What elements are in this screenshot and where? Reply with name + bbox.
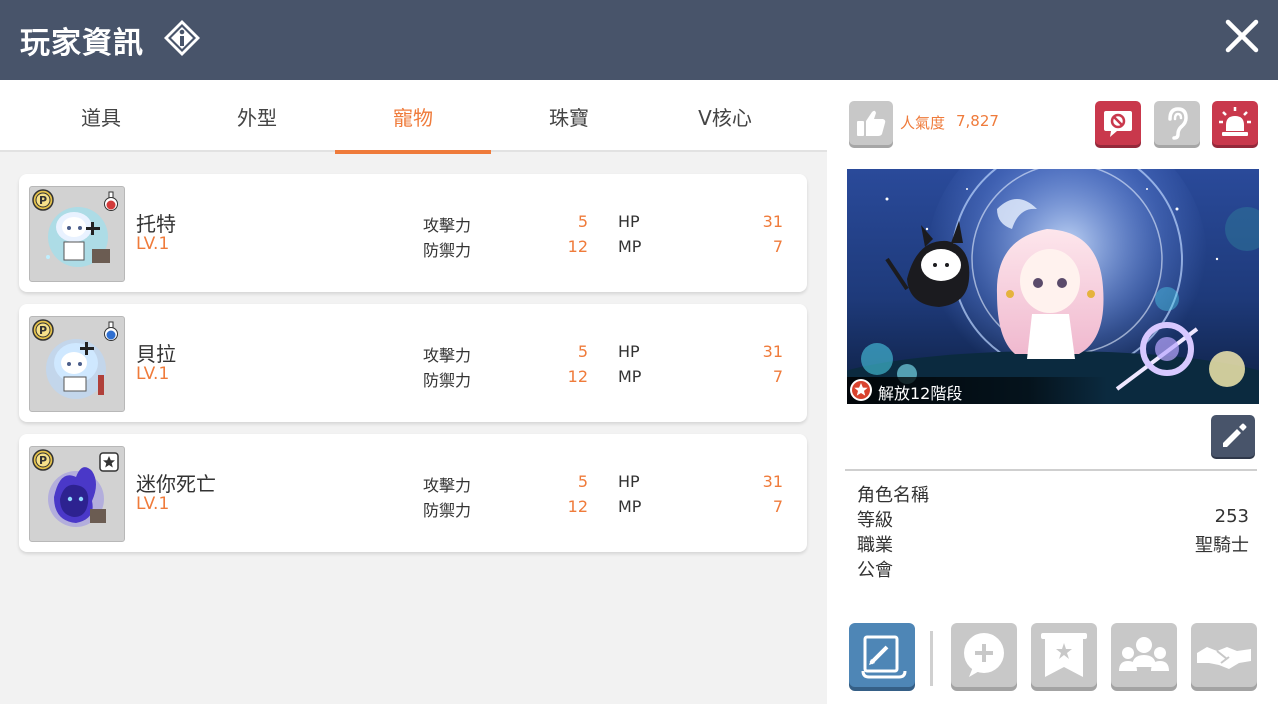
info-label-guild: 公會 [857,560,893,581]
like-button[interactable] [849,101,893,145]
attack-label: 攻擊力 [423,346,472,365]
hp-value: 31 [762,342,783,361]
info-label-name: 角色名稱 [857,485,929,506]
tab-v-core[interactable]: V核心 [647,80,803,152]
character-memo-button[interactable] [849,623,915,687]
pet-name: 貝拉 [136,342,176,366]
handshake-icon [1197,647,1251,669]
character-portrait [847,169,1259,404]
pet-thumbnail: P [29,186,125,282]
banner-icon [1041,633,1087,677]
attack-label: 攻擊力 [423,216,472,235]
info-label-job: 職業 [857,535,893,556]
p-badge-icon: P [32,319,54,341]
equipment-panel: 道具 外型 寵物 珠寶 V核心 P 托特 LV.1 攻擊力 5 防禦力 12 H… [0,80,827,704]
stage-text: 解放12階段 [878,384,963,403]
mp-label: MP [618,237,642,256]
report-chat-icon [1104,111,1132,137]
mp-value: 7 [772,237,783,256]
info-label-level: 等級 [857,510,893,531]
attack-label: 攻擊力 [423,476,472,495]
add-chat-button[interactable] [951,623,1017,687]
popularity-value: 7,827 [956,112,999,130]
divider [845,469,1257,471]
pet-card[interactable]: P 迷你死亡 LV.1 攻擊力 5 防禦力 12 HP 31 MP 7 [19,434,807,552]
blue-potion-icon [104,321,118,341]
star-badge-icon [850,379,872,401]
attack-value: 5 [577,472,588,491]
title-bar: 玩家資訊 [0,0,1278,80]
svg-text:P: P [39,324,47,337]
hp-value: 31 [762,212,783,231]
defense-value: 12 [567,367,588,386]
tab-bar: 道具 外型 寵物 珠寶 V核心 [0,80,827,154]
hp-label: HP [618,472,640,491]
p-badge-icon: P [32,189,54,211]
svg-text:P: P [39,194,47,207]
pet-card[interactable]: P 托特 LV.1 攻擊力 5 防禦力 12 HP 31 MP 7 [19,174,807,292]
character-panel: 人氣度 7,827 解放12階段 角色名稱 等級 253 職業 聖騎士 公會 [827,80,1278,704]
page-title: 玩家資訊 [20,26,144,61]
pencil-icon [1223,423,1247,447]
pet-thumbnail: P [29,446,125,542]
defense-label: 防禦力 [423,241,472,260]
star-box-icon [99,452,119,472]
pet-name: 托特 [136,212,176,236]
info-diamond-icon[interactable] [163,19,201,57]
tab-pets[interactable]: 寵物 [335,80,491,154]
guild-emblem-button[interactable] [1031,623,1097,687]
memo-scroll-icon [861,635,907,679]
whisper-button[interactable] [1154,101,1200,145]
ear-icon [1168,107,1188,140]
popularity-label: 人氣度 [900,114,946,132]
p-badge-icon: P [32,449,54,471]
trade-button[interactable] [1191,623,1257,687]
button-separator [930,631,933,686]
close-icon[interactable] [1222,16,1262,56]
defense-label: 防禦力 [423,501,472,520]
defense-value: 12 [567,237,588,256]
mp-value: 7 [772,367,783,386]
info-value-job: 聖騎士 [1195,535,1249,556]
pet-thumbnail: P [29,316,125,412]
hp-label: HP [618,342,640,361]
tab-appearance[interactable]: 外型 [179,80,335,152]
hp-label: HP [618,212,640,231]
pet-name: 迷你死亡 [136,472,216,496]
defense-value: 12 [567,497,588,516]
siren-icon [1219,107,1251,136]
edit-button[interactable] [1211,415,1255,457]
party-button[interactable] [1111,623,1177,687]
thumbs-up-icon [857,110,886,136]
hp-value: 31 [762,472,783,491]
report-chat-button[interactable] [1095,101,1141,145]
pet-card[interactable]: P 貝拉 LV.1 攻擊力 5 防禦力 12 HP 31 MP 7 [19,304,807,422]
svg-text:P: P [39,454,47,467]
mp-value: 7 [772,497,783,516]
mp-label: MP [618,497,642,516]
attack-value: 5 [577,212,588,231]
group-icon [1119,637,1169,671]
info-value-level: 253 [1214,506,1249,527]
pet-level: LV.1 [136,234,170,254]
red-potion-icon [104,191,118,211]
defense-label: 防禦力 [423,371,472,390]
report-alarm-button[interactable] [1212,101,1258,145]
pet-level: LV.1 [136,494,170,514]
pet-level: LV.1 [136,364,170,384]
tab-items[interactable]: 道具 [23,80,179,152]
mp-label: MP [618,367,642,386]
tab-jewels[interactable]: 珠寶 [491,80,647,152]
attack-value: 5 [577,342,588,361]
chat-add-icon [964,633,1004,677]
